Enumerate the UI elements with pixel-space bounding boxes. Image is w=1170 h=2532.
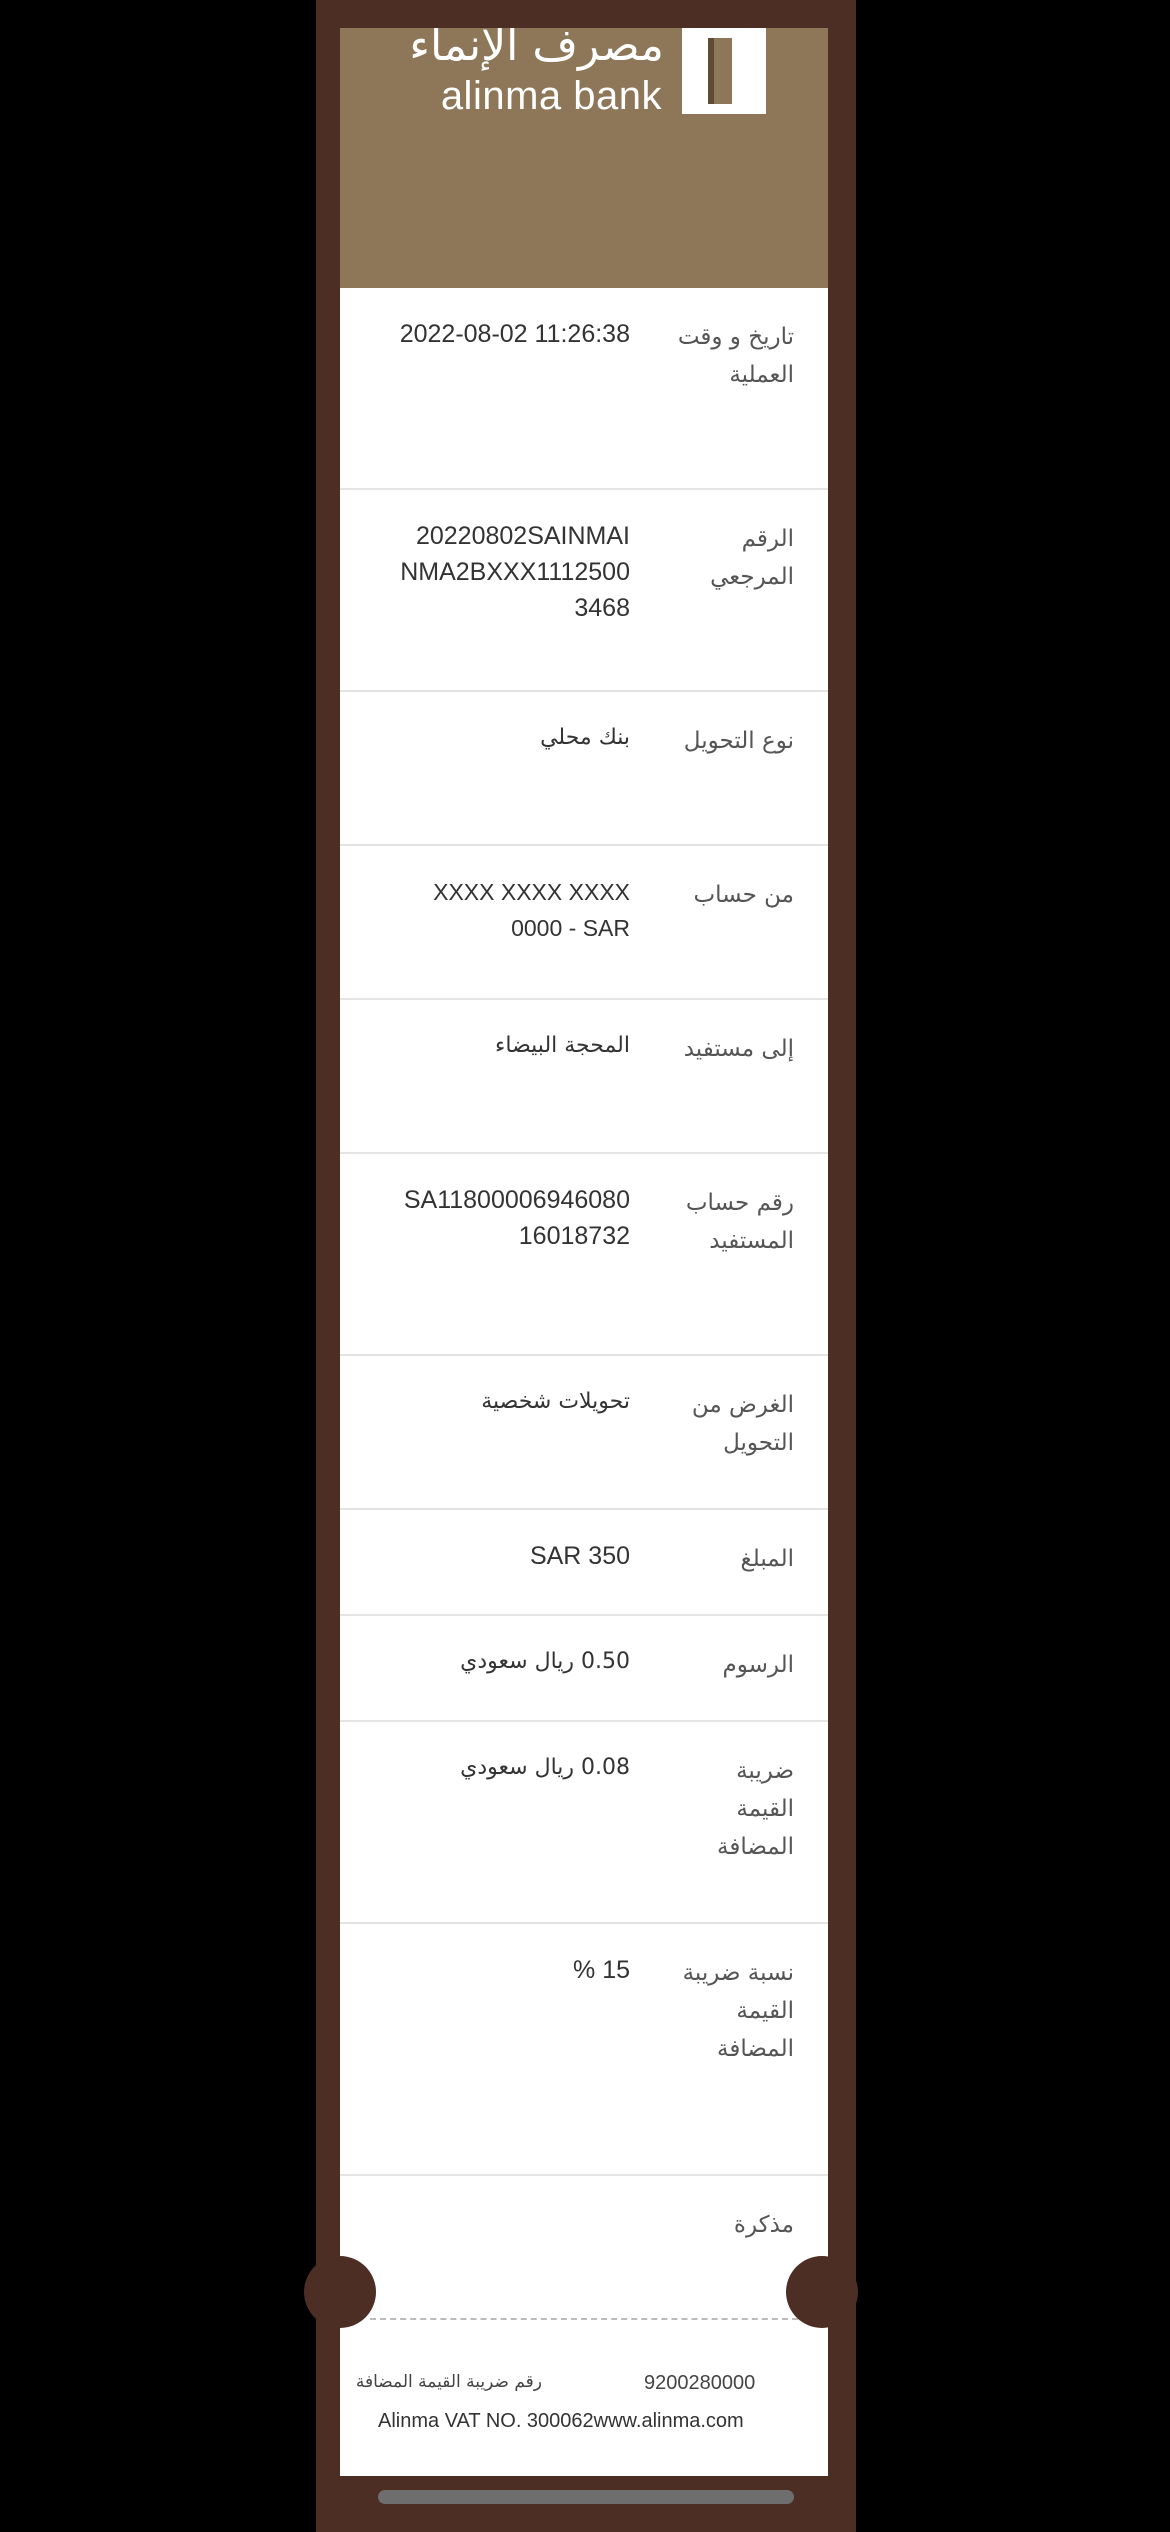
- right-notch: [786, 2256, 858, 2328]
- row-reference-number: الرقم المرجعي 20220802SAINMAINMA2BXXX111…: [340, 490, 828, 692]
- vat-footer-line: Alinma VAT NO. 300062www.alinma.com: [378, 2410, 744, 2432]
- transfer-receipt: مصرف الإنماء alinma bank تاريخ و وقت الع…: [340, 28, 828, 2476]
- vat-number: 9200280000: [644, 2372, 756, 2394]
- row-value: المحجة البيضاء: [495, 1033, 630, 1058]
- bank-name-arabic: مصرف الإنماء: [409, 28, 664, 71]
- row-amount: المبلغ SAR 350: [340, 1510, 828, 1616]
- row-label: نسبة ضريبة القيمة المضافة: [682, 1960, 794, 2062]
- row-beneficiary: إلى مستفيد المحجة البيضاء: [340, 1000, 828, 1154]
- row-from-account: من حساب XXXX XXXX XXXX 0000 - SAR: [340, 846, 828, 1000]
- row-value: 2022-08-02 11:26:38: [399, 320, 630, 348]
- row-value: 0.08 ريال سعودي: [460, 1755, 630, 1780]
- row-label: ضريبة القيمة المضافة: [717, 1758, 794, 1860]
- row-label: إلى مستفيد: [683, 1036, 794, 1062]
- row-label: الرسوم: [722, 1652, 794, 1678]
- row-vat-rate: نسبة ضريبة القيمة المضافة % 15: [340, 1924, 828, 2176]
- row-value: SAR 350: [529, 1542, 630, 1570]
- row-transfer-type: نوع التحويل بنك محلي: [340, 692, 828, 846]
- vat-label: رقم ضريبة القيمة المضافة: [355, 2372, 542, 2392]
- row-label: مذكرة: [733, 2212, 794, 2238]
- row-beneficiary-account: رقم حساب المستفيد SA11800006946080160187…: [340, 1154, 828, 1356]
- bank-logo-icon: [682, 28, 766, 114]
- receipt-details: تاريخ و وقت العملية 2022-08-02 11:26:38 …: [340, 288, 828, 2296]
- row-label: الغرض من التحويل: [691, 1392, 794, 1456]
- row-label: الرقم المرجعي: [710, 526, 794, 590]
- tear-line: [370, 2318, 798, 2320]
- row-value: % 15: [573, 1956, 630, 1984]
- left-notch: [304, 2256, 376, 2328]
- row-value: XXXX XXXX XXXX 0000 - SAR: [433, 879, 630, 941]
- row-label: رقم حساب المستفيد: [685, 1190, 794, 1254]
- row-value: تحويلات شخصية: [481, 1389, 630, 1414]
- row-memo: مذكرة: [340, 2176, 828, 2296]
- home-indicator[interactable]: [378, 2490, 794, 2504]
- row-transaction-datetime: تاريخ و وقت العملية 2022-08-02 11:26:38: [340, 288, 828, 490]
- row-value: SA1180000694608016018732: [403, 1186, 630, 1250]
- row-transfer-purpose: الغرض من التحويل تحويلات شخصية: [340, 1356, 828, 1510]
- receipt-header: مصرف الإنماء alinma bank: [340, 28, 828, 288]
- row-label: المبلغ: [740, 1546, 795, 1572]
- bank-name-english: alinma bank: [440, 74, 662, 118]
- row-value: بنك محلي: [540, 725, 630, 750]
- row-label: نوع التحويل: [683, 728, 794, 754]
- row-value: 20220802SAINMAINMA2BXXX11125003468: [400, 522, 630, 622]
- row-vat: ضريبة القيمة المضافة 0.08 ريال سعودي: [340, 1722, 828, 1924]
- row-fees: الرسوم 0.50 ريال سعودي: [340, 1616, 828, 1722]
- row-label: تاريخ و وقت العملية: [677, 324, 794, 388]
- row-label: من حساب: [693, 882, 794, 908]
- row-value: 0.50 ريال سعودي: [460, 1649, 630, 1674]
